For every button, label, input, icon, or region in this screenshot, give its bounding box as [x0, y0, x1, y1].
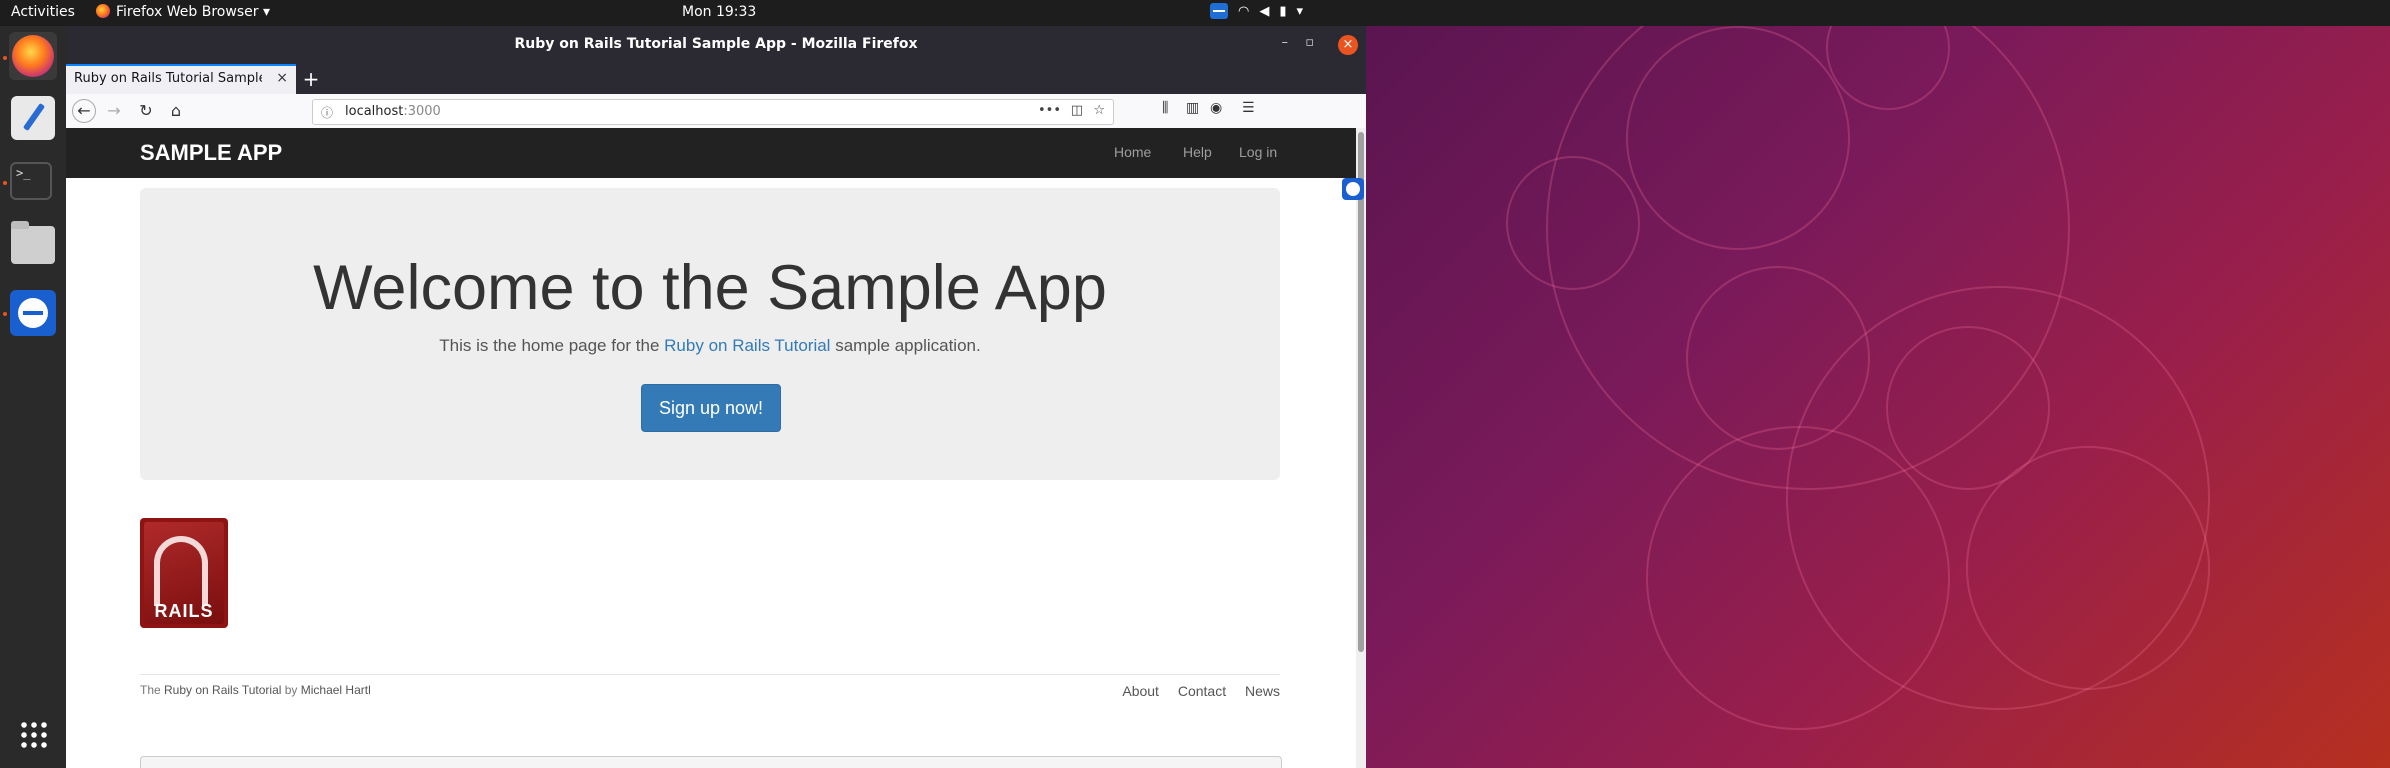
footer-links: About Contact News [1107, 683, 1280, 699]
tab-bar: Ruby on Rails Tutorial Sample App × + [66, 64, 1366, 94]
firefox-window: Ruby on Rails Tutorial Sample App - Mozi… [66, 26, 1366, 768]
footer-news-link[interactable]: News [1245, 683, 1280, 699]
new-tab-button[interactable]: + [298, 66, 324, 92]
close-window-button[interactable]: × [1338, 35, 1358, 55]
footer-credit: The Ruby on Rails Tutorial by Michael Ha… [140, 683, 371, 697]
minimize-button[interactable]: – [1282, 35, 1289, 50]
close-tab-icon[interactable]: × [276, 70, 288, 86]
url-port: :3000 [403, 104, 441, 119]
rails-logo-text: RAILS [154, 601, 214, 621]
site-footer: The Ruby on Rails Tutorial by Michael Ha… [140, 674, 1280, 715]
tab-accent [66, 64, 296, 66]
footer-the: The [140, 683, 165, 697]
wifi-icon: ◠ [1238, 3, 1250, 19]
intro-before: This is the home page for the [439, 336, 665, 355]
teamviewer-icon[interactable] [10, 290, 56, 336]
bookmark-star-icon[interactable]: ☆ [1093, 103, 1105, 118]
signup-button[interactable]: Sign up now! [641, 384, 781, 432]
firefox-icon [96, 4, 110, 18]
scrollbar-thumb[interactable] [1358, 132, 1364, 652]
teamviewer-badge-icon[interactable] [1342, 178, 1364, 200]
reload-button[interactable]: ↻ [134, 99, 158, 123]
page-heading: Welcome to the Sample App [313, 253, 1107, 323]
home-icon[interactable]: ⌂ [164, 99, 188, 123]
desktop-wallpaper [1366, 26, 2390, 768]
system-menu-arrow-icon[interactable]: ▾ [1297, 4, 1304, 19]
nav-login-link[interactable]: Log in [1239, 144, 1277, 160]
footer-tutorial-link[interactable]: Ruby on Rails Tutorial [164, 683, 281, 697]
window-title: Ruby on Rails Tutorial Sample App - Mozi… [514, 36, 918, 52]
app-menu[interactable]: Firefox Web Browser ▾ [96, 4, 270, 20]
title-bar: Ruby on Rails Tutorial Sample App - Mozi… [66, 26, 1366, 64]
nav-home-link[interactable]: Home [1114, 144, 1151, 160]
url-text: localhost:3000 [345, 104, 441, 119]
nav-toolbar: ← → ↻ ⌂ ⓘ localhost:3000 ••• ◫ ☆ ⫼ ▥ ◉ ☰ [66, 94, 1366, 129]
running-indicator [3, 181, 7, 185]
site-navbar: SAMPLE APP Home Help Log in [66, 128, 1356, 178]
running-indicator [3, 56, 7, 60]
page-scrollbar[interactable] [1356, 128, 1366, 768]
library-icon[interactable]: ⫼ [1162, 100, 1168, 116]
battery-icon: ▮ [1279, 3, 1287, 19]
dock: >_ [0, 26, 66, 768]
footer-contact-link[interactable]: Contact [1178, 683, 1226, 699]
sidebar-icon[interactable]: ▥ [1186, 100, 1199, 116]
tab-label: Ruby on Rails Tutorial Sample App [74, 71, 262, 86]
top-bar: Activities Firefox Web Browser ▾ Mon 19:… [0, 0, 2390, 26]
text-editor-icon[interactable] [11, 96, 55, 140]
system-tray[interactable]: ◠ ◀ ▮ ▾ [1210, 3, 1303, 19]
site-logo[interactable]: SAMPLE APP [140, 140, 282, 166]
rails-logo-arc [154, 536, 208, 606]
intro-text: This is the home page for the Ruby on Ra… [140, 336, 1280, 356]
files-icon[interactable] [11, 221, 55, 264]
running-indicator [3, 312, 7, 316]
rails-logo[interactable]: RAILS [140, 518, 228, 628]
terminal-icon[interactable]: >_ [10, 162, 52, 200]
account-icon[interactable]: ◉ [1210, 100, 1222, 116]
page-actions-icon[interactable]: ••• [1038, 103, 1061, 118]
jumbotron: Welcome to the Sample App This is the ho… [140, 188, 1280, 480]
show-applications-icon[interactable] [19, 720, 47, 748]
firefox-icon[interactable] [12, 35, 54, 77]
intro-after: sample application. [830, 336, 981, 355]
address-bar[interactable]: ⓘ localhost:3000 ••• ◫ ☆ [312, 99, 1114, 125]
menu-icon[interactable]: ☰ [1242, 100, 1255, 116]
activities-button[interactable]: Activities [11, 4, 75, 20]
debug-panel [140, 756, 1282, 768]
url-host: localhost [345, 104, 404, 119]
footer-about-link[interactable]: About [1122, 683, 1159, 699]
teamviewer-tray-icon[interactable] [1210, 3, 1228, 19]
footer-author-link[interactable]: Michael Hartl [301, 683, 371, 697]
volume-icon: ◀ [1259, 3, 1270, 19]
forward-button[interactable]: → [102, 99, 126, 123]
app-menu-label: Firefox Web Browser [116, 4, 259, 20]
footer-by: by [281, 683, 301, 697]
pocket-icon[interactable]: ◫ [1071, 103, 1083, 118]
info-icon[interactable]: ⓘ [321, 104, 333, 121]
web-page: SAMPLE APP Home Help Log in Welcome to t… [66, 128, 1356, 768]
clock[interactable]: Mon 19:33 [682, 4, 756, 20]
nav-help-link[interactable]: Help [1183, 144, 1212, 160]
rails-tutorial-link[interactable]: Ruby on Rails Tutorial [664, 336, 830, 355]
restore-button[interactable]: ▫ [1305, 35, 1314, 50]
back-button[interactable]: ← [72, 99, 96, 123]
tab-sample-app[interactable]: Ruby on Rails Tutorial Sample App × [66, 64, 296, 94]
